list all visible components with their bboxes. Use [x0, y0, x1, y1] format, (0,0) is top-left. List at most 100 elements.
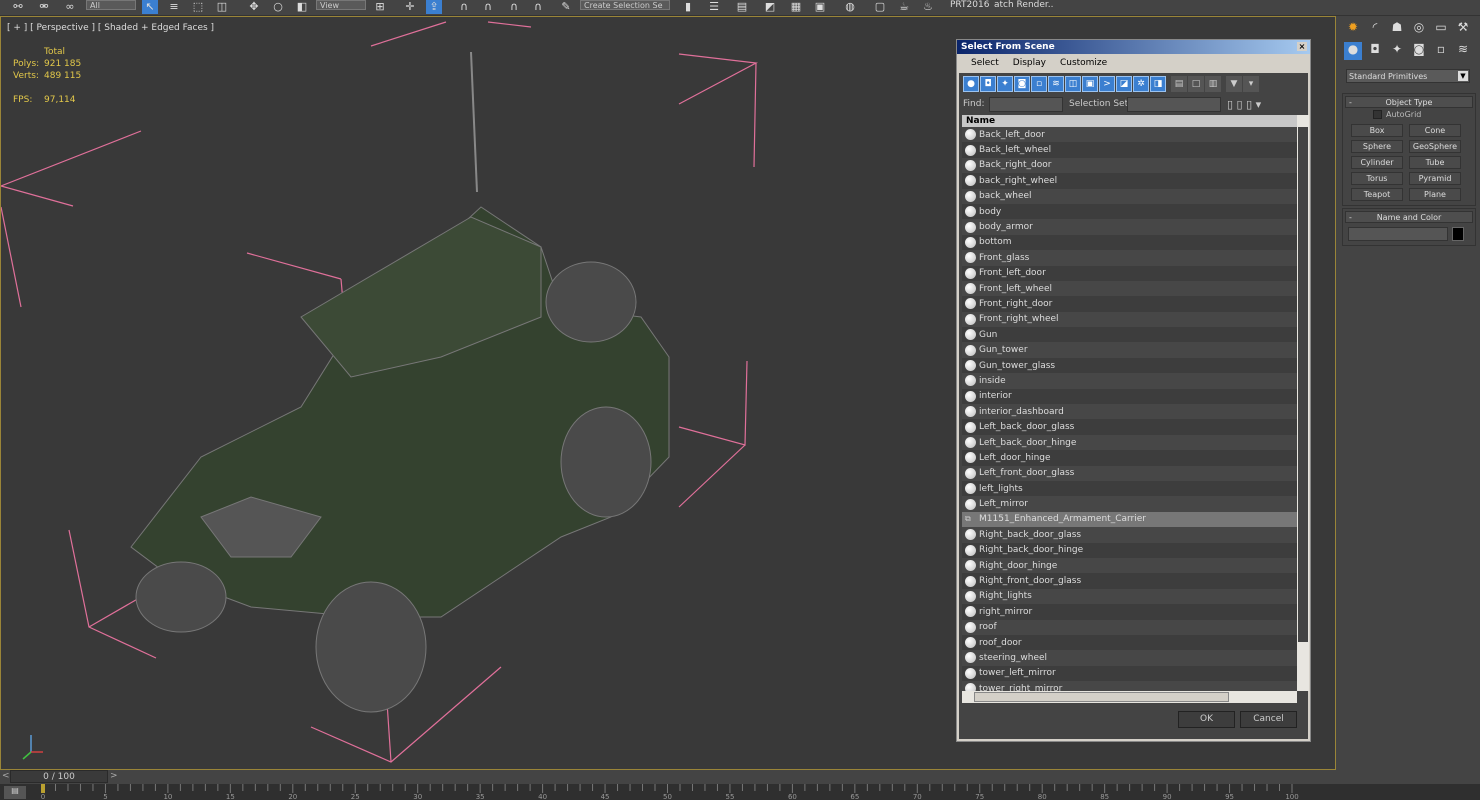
angle-snap-icon[interactable]: ∩ [480, 0, 496, 14]
hierarchy-tab-icon[interactable]: ☗ [1388, 20, 1406, 38]
vertical-scroll-thumb[interactable] [1298, 127, 1308, 642]
material-editor-icon[interactable]: ▣ [812, 0, 828, 14]
list-item[interactable]: left_lights [962, 480, 1297, 497]
window-crossing-icon[interactable]: ◫ [214, 0, 230, 14]
list-item[interactable]: roof_door [962, 634, 1297, 651]
bones-filter-icon[interactable]: > [1099, 76, 1115, 92]
helpers-category-icon[interactable]: ▫ [1432, 42, 1450, 60]
list-item[interactable]: Left_door_hinge [962, 450, 1297, 466]
xrefs-filter-icon[interactable]: ▣ [1082, 76, 1098, 92]
manipulate-icon[interactable]: ✛ [402, 0, 418, 14]
primitive-button-plane[interactable]: Plane [1409, 188, 1461, 201]
name-and-color-header[interactable]: - Name and Color [1345, 211, 1473, 223]
ok-button[interactable]: OK [1178, 711, 1235, 728]
create-tab-icon[interactable]: ✹ [1344, 20, 1362, 38]
layer-manager-icon[interactable]: ▤ [734, 0, 750, 14]
horizontal-scrollbar[interactable] [962, 691, 1297, 703]
dialog-title-bar[interactable]: Select From Scene × [957, 40, 1310, 54]
link-icon[interactable]: ⚯ [10, 0, 26, 14]
list-item[interactable]: Gun_tower [962, 342, 1297, 358]
batch-render-button[interactable]: atch Render.. [994, 0, 1054, 10]
lights-category-icon[interactable]: ✦ [1388, 42, 1406, 60]
schematic-view-icon[interactable]: ▦ [788, 0, 804, 14]
list-item[interactable]: Front_left_door [962, 265, 1297, 281]
render-icon[interactable]: ☕ [896, 0, 912, 14]
list-item[interactable]: Back_left_door [962, 127, 1297, 143]
primitive-button-cone[interactable]: Cone [1409, 124, 1461, 137]
list-item[interactable]: inside [962, 373, 1297, 389]
align-icon[interactable]: ☰ [706, 0, 722, 14]
motion-tab-icon[interactable]: ◎ [1410, 20, 1428, 38]
menu-customize[interactable]: Customize [1060, 54, 1107, 72]
bind-space-warp-icon[interactable]: ∞ [62, 0, 78, 14]
list-item[interactable]: Left_back_door_glass [962, 419, 1297, 435]
spinner-snap-icon[interactable]: ∩ [530, 0, 546, 14]
edit-named-selection-icon[interactable]: ✎ [558, 0, 574, 14]
reference-coord-dropdown[interactable]: View [316, 0, 366, 10]
rect-selection-icon[interactable]: ⬚ [190, 0, 206, 14]
named-selection-dropdown[interactable]: Create Selection Se [580, 0, 670, 10]
rotate-icon[interactable]: ○ [270, 0, 286, 14]
list-item[interactable]: Gun [962, 327, 1297, 343]
render-setup-icon[interactable]: ◍ [842, 0, 858, 14]
list-item[interactable]: Front_left_wheel [962, 280, 1297, 297]
list-item[interactable]: tower_right_mirror [962, 681, 1297, 691]
display-none-icon[interactable]: □ [1188, 76, 1204, 92]
cameras-filter-icon[interactable]: ◙ [1014, 76, 1030, 92]
list-item[interactable]: bottom [962, 234, 1297, 251]
list-item[interactable]: Left_back_door_hinge [962, 434, 1297, 451]
pivot-icon[interactable]: ⊞ [372, 0, 388, 14]
list-item[interactable]: Front_glass [962, 250, 1297, 266]
autogrid-checkbox[interactable] [1373, 110, 1382, 119]
lights-filter-icon[interactable]: ✦ [997, 76, 1013, 92]
list-item[interactable]: Left_front_door_glass [962, 465, 1297, 481]
object-name-input[interactable] [1348, 227, 1448, 241]
list-item[interactable]: right_mirror [962, 604, 1297, 620]
shapes-filter-icon[interactable]: ◘ [980, 76, 996, 92]
primitive-button-tube[interactable]: Tube [1409, 156, 1461, 169]
list-item[interactable]: interior_dashboard [962, 404, 1297, 420]
selection-set-dropdown[interactable] [1127, 97, 1221, 112]
containers-filter-icon[interactable]: ◪ [1116, 76, 1132, 92]
next-frame-icon[interactable]: > [110, 771, 119, 781]
primitive-button-teapot[interactable]: Teapot [1351, 188, 1403, 201]
object-color-swatch[interactable] [1452, 227, 1464, 241]
filter-icon[interactable]: ▼ [1226, 76, 1242, 92]
list-item[interactable]: body_armor [962, 219, 1297, 235]
cameras-category-icon[interactable]: ◙ [1410, 42, 1428, 60]
invert-display-icon[interactable]: ▥ [1205, 76, 1221, 92]
list-item[interactable]: Front_right_wheel [962, 311, 1297, 328]
list-item[interactable]: tower_left_mirror [962, 665, 1297, 682]
percent-snap-icon[interactable]: ∩ [506, 0, 522, 14]
vertical-scrollbar[interactable] [1297, 115, 1309, 691]
object-type-header[interactable]: - Object Type [1345, 96, 1473, 108]
utilities-tab-icon[interactable]: ⚒ [1454, 20, 1472, 38]
list-item[interactable]: Right_back_door_glass [962, 527, 1297, 543]
move-icon[interactable]: ✥ [246, 0, 262, 14]
list-item[interactable]: Right_door_hinge [962, 557, 1297, 574]
list-item[interactable]: back_wheel [962, 188, 1297, 204]
mirror-icon[interactable]: ▮ [680, 0, 696, 14]
rendered-frame-icon[interactable]: ▢ [872, 0, 888, 14]
list-item[interactable]: Gun_tower_glass [962, 357, 1297, 374]
groups-filter-icon[interactable]: ◫ [1065, 76, 1081, 92]
helpers-filter-icon[interactable]: ▫ [1031, 76, 1047, 92]
geometry-filter-icon[interactable]: ● [963, 76, 979, 92]
selection-filter-dropdown[interactable]: All [86, 0, 136, 10]
list-item[interactable]: Right_lights [962, 588, 1297, 605]
space-warps-category-icon[interactable]: ≋ [1454, 42, 1472, 60]
select-by-name-icon[interactable]: ≡ [166, 0, 182, 14]
list-item[interactable]: Back_right_door [962, 157, 1297, 174]
frozen-filter-icon[interactable]: ✲ [1133, 76, 1149, 92]
cancel-button[interactable]: Cancel [1240, 711, 1297, 728]
selection-set-icons[interactable]: ▯ ▯ ▯ ▾ [1227, 98, 1261, 111]
list-item[interactable]: body [962, 203, 1297, 220]
time-slider[interactable]: 0 / 100 [10, 770, 108, 783]
render-iterative-icon[interactable]: ♨ [920, 0, 936, 14]
hidden-filter-icon[interactable]: ◨ [1150, 76, 1166, 92]
menu-display[interactable]: Display [1013, 54, 1046, 72]
list-item[interactable]: Right_back_door_hinge [962, 542, 1297, 558]
menu-select[interactable]: Select [971, 54, 999, 72]
find-input[interactable] [989, 97, 1063, 112]
primitive-button-pyramid[interactable]: Pyramid [1409, 172, 1461, 185]
